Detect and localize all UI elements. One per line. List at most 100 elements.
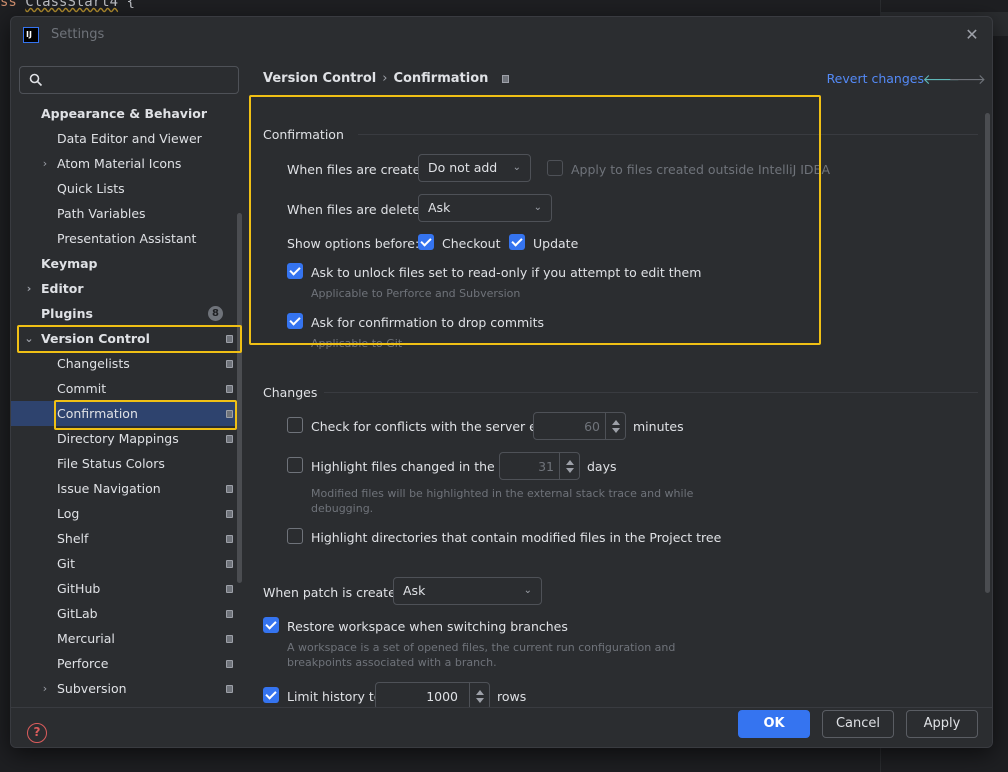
sidebar-item-label: Mercurial [57, 631, 115, 646]
sidebar-item-label: Directory Mappings [57, 431, 179, 446]
sidebar-item-label: Plugins [41, 306, 93, 321]
sidebar-item-directory-mappings[interactable]: Directory Mappings [11, 426, 239, 451]
apply-button[interactable]: Apply [906, 710, 978, 738]
settings-search-box[interactable] [19, 66, 239, 94]
changes-separator [324, 392, 978, 393]
spinner-arrows-icon[interactable] [559, 453, 579, 479]
sidebar-item-confirmation[interactable]: Confirmation [11, 401, 239, 426]
project-scope-icon [226, 585, 233, 593]
dialog-title: Settings [51, 27, 105, 42]
settings-content: Version Control › Confirmation Revert chan… [248, 53, 992, 710]
conflicts-interval-spinner[interactable] [533, 412, 626, 440]
spinner-arrows-icon[interactable] [605, 413, 625, 439]
highlight-changed-checkbox[interactable] [287, 457, 303, 473]
highlight-days-spinner[interactable] [499, 452, 580, 480]
sidebar-item-label: Perforce [57, 656, 109, 671]
forward-arrow-icon[interactable]: 🡒 [948, 71, 986, 88]
intellij-app-icon: IJ [23, 27, 39, 43]
sidebar-item-editor[interactable]: › Editor [11, 276, 239, 301]
drop-commits-label: Ask for confirmation to drop commits [311, 315, 545, 330]
project-scope-icon [226, 360, 233, 368]
sidebar-item-label: Quick Lists [57, 181, 125, 196]
unlock-readonly-checkbox[interactable] [287, 263, 303, 279]
sidebar-item-atom-material-icons[interactable]: › Atom Material Icons [11, 151, 239, 176]
sidebar-item-quick-lists[interactable]: Quick Lists [11, 176, 239, 201]
highlight-directories-label: Highlight directories that contain modif… [311, 530, 722, 545]
limit-history-input[interactable] [376, 683, 464, 709]
close-icon[interactable]: ✕ [962, 25, 982, 45]
project-scope-icon [502, 74, 510, 83]
ok-button[interactable]: OK [738, 710, 810, 738]
sidebar-item-mercurial[interactable]: Mercurial [11, 626, 239, 651]
breadcrumb-version-control[interactable]: Version Control [263, 71, 376, 86]
settings-dialog: IJ Settings ✕ Appearance & Behavior Data … [10, 16, 993, 748]
project-scope-icon [226, 335, 233, 343]
sidebar-item-commit[interactable]: Commit [11, 376, 239, 401]
sidebar-item-github[interactable]: GitHub [11, 576, 239, 601]
sidebar-item-label: GitHub [57, 581, 101, 596]
conflicts-interval-input[interactable] [534, 413, 606, 439]
sidebar-item-file-status-colors[interactable]: File Status Colors [11, 451, 239, 476]
sidebar-item-presentation-assistant[interactable]: Presentation Assistant [11, 226, 239, 251]
highlight-directories-checkbox[interactable] [287, 528, 303, 544]
files-deleted-label: When files are deleted: [287, 202, 433, 217]
checkout-checkbox[interactable] [418, 234, 434, 250]
sidebar-item-keymap[interactable]: Keymap [11, 251, 239, 276]
highlight-days-input[interactable] [500, 453, 560, 479]
sidebar-item-plugins[interactable]: Plugins 8 [11, 301, 239, 326]
sidebar-item-label: Issue Navigation [57, 481, 161, 496]
sidebar-item-appearance-behavior[interactable]: Appearance & Behavior [11, 101, 239, 126]
project-scope-icon [226, 635, 233, 643]
sidebar-scrollbar[interactable] [237, 213, 242, 583]
sidebar-item-data-editor-and-viewer[interactable]: Data Editor and Viewer [11, 126, 239, 151]
sidebar-item-label: Shelf [57, 531, 89, 546]
limit-history-checkbox[interactable] [263, 687, 279, 703]
apply-outside-checkbox[interactable] [547, 160, 563, 176]
revert-changes-link[interactable]: Revert changes [827, 71, 924, 86]
sidebar-item-path-variables[interactable]: Path Variables [11, 201, 239, 226]
sidebar-item-version-control[interactable]: ⌄ Version Control [11, 326, 239, 351]
help-icon[interactable]: ? [27, 723, 47, 743]
drop-commits-checkbox[interactable] [287, 313, 303, 329]
chevron-right-icon[interactable]: › [39, 676, 51, 701]
restore-workspace-checkbox[interactable] [263, 617, 279, 633]
chevron-right-icon[interactable]: › [23, 276, 35, 301]
project-scope-icon [226, 485, 233, 493]
sidebar-item-perforce[interactable]: Perforce [11, 651, 239, 676]
highlight-changed-label: Highlight files changed in the last [311, 459, 522, 474]
plugins-update-badge: 8 [208, 306, 223, 321]
files-deleted-combo[interactable]: Ask ⌄ [418, 194, 552, 222]
chevron-right-icon[interactable]: › [39, 151, 51, 176]
chevron-down-icon: ⌄ [533, 202, 542, 213]
highlight-unit-label: days [587, 459, 617, 474]
dialog-titlebar: IJ Settings ✕ [11, 17, 992, 53]
sidebar-item-subversion[interactable]: › Subversion [11, 676, 239, 701]
limit-history-unit: rows [497, 689, 527, 704]
cancel-button[interactable]: Cancel [822, 710, 894, 738]
sidebar-item-git[interactable]: Git [11, 551, 239, 576]
chevron-down-icon[interactable]: ⌄ [23, 326, 35, 351]
sidebar-item-shelf[interactable]: Shelf [11, 526, 239, 551]
limit-history-label: Limit history to [287, 689, 382, 704]
sidebar-item-gitlab[interactable]: GitLab [11, 601, 239, 626]
limit-history-spinner[interactable] [375, 682, 490, 710]
breadcrumb-confirmation: Confirmation [393, 71, 489, 86]
sidebar-item-label: Version Control [41, 331, 150, 346]
restore-hint-line2: breakpoints associated with a branch. [287, 656, 497, 669]
search-input[interactable] [48, 70, 234, 90]
editor-code-line: ss ClassStart4 { [0, 0, 135, 10]
patch-created-combo[interactable]: Ask ⌄ [393, 577, 542, 605]
content-scrollbar[interactable] [985, 113, 990, 593]
sidebar-item-label: Editor [41, 281, 84, 296]
project-scope-icon [226, 510, 233, 518]
files-created-combo[interactable]: Do not add ⌄ [418, 154, 531, 182]
check-conflicts-checkbox[interactable] [287, 417, 303, 433]
sidebar-item-changelists[interactable]: Changelists [11, 351, 239, 376]
sidebar-item-label: Appearance & Behavior [41, 106, 207, 121]
files-created-label: When files are created: [287, 162, 433, 177]
spinner-arrows-icon[interactable] [469, 683, 489, 709]
sidebar-item-log[interactable]: Log [11, 501, 239, 526]
sidebar-item-label: Presentation Assistant [57, 231, 197, 246]
update-checkbox[interactable] [509, 234, 525, 250]
sidebar-item-issue-navigation[interactable]: Issue Navigation [11, 476, 239, 501]
